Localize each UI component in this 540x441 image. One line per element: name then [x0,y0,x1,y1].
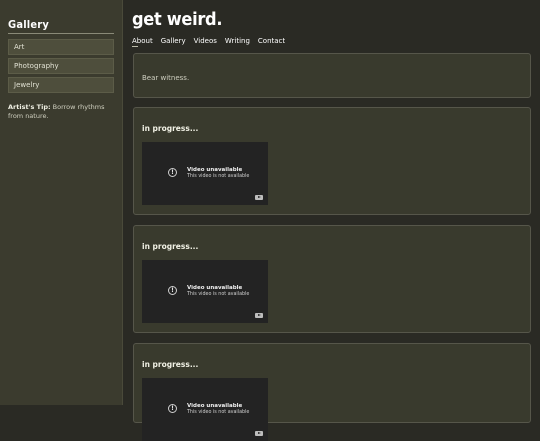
video-unavailable-title: Video unavailable [187,285,243,291]
video-embed[interactable]: ! Video unavailable This video is not av… [142,142,268,205]
youtube-logo-icon[interactable] [255,431,263,436]
nav-videos[interactable]: Videos [194,37,217,45]
youtube-logo-icon[interactable] [255,313,263,318]
post-title: in progress... [142,242,199,251]
nav-gallery[interactable]: Gallery [161,37,186,45]
nav-about[interactable]: About [132,37,153,45]
video-unavailable-title: Video unavailable [187,167,243,173]
sidebar-item-jewelry[interactable]: Jewelry [8,77,114,93]
sidebar-divider [8,33,114,34]
artist-tip-label: Artist's Tip: [8,103,51,111]
nav-writing[interactable]: Writing [225,37,250,45]
exclamation-circle-icon: ! [168,404,177,413]
nav-contact[interactable]: Contact [258,37,285,45]
video-unavailable-title: Video unavailable [187,403,243,409]
artist-tip: Artist's Tip: Borrow rhythms from nature… [8,103,116,121]
intro-card [133,53,531,98]
sidebar-item-art[interactable]: Art [8,39,114,55]
post-title: in progress... [142,360,199,369]
exclamation-circle-icon: ! [168,168,177,177]
nav-active-indicator [132,46,138,47]
main-nav: About Gallery Videos Writing Contact [132,37,293,45]
intro-text: Bear witness. [142,74,190,82]
youtube-logo-icon[interactable] [255,195,263,200]
sidebar-item-photography[interactable]: Photography [8,58,114,74]
video-unavailable-subtitle: This video is not available [187,410,250,415]
sidebar: Gallery Art Photography Jewelry Artist's… [0,0,123,405]
video-embed[interactable]: ! Video unavailable This video is not av… [142,378,268,441]
sidebar-title: Gallery [8,18,50,31]
video-embed[interactable]: ! Video unavailable This video is not av… [142,260,268,323]
site-title[interactable]: get weird. [132,9,222,30]
video-unavailable-subtitle: This video is not available [187,292,250,297]
exclamation-circle-icon: ! [168,286,177,295]
post-title: in progress... [142,124,199,133]
video-unavailable-subtitle: This video is not available [187,174,250,179]
